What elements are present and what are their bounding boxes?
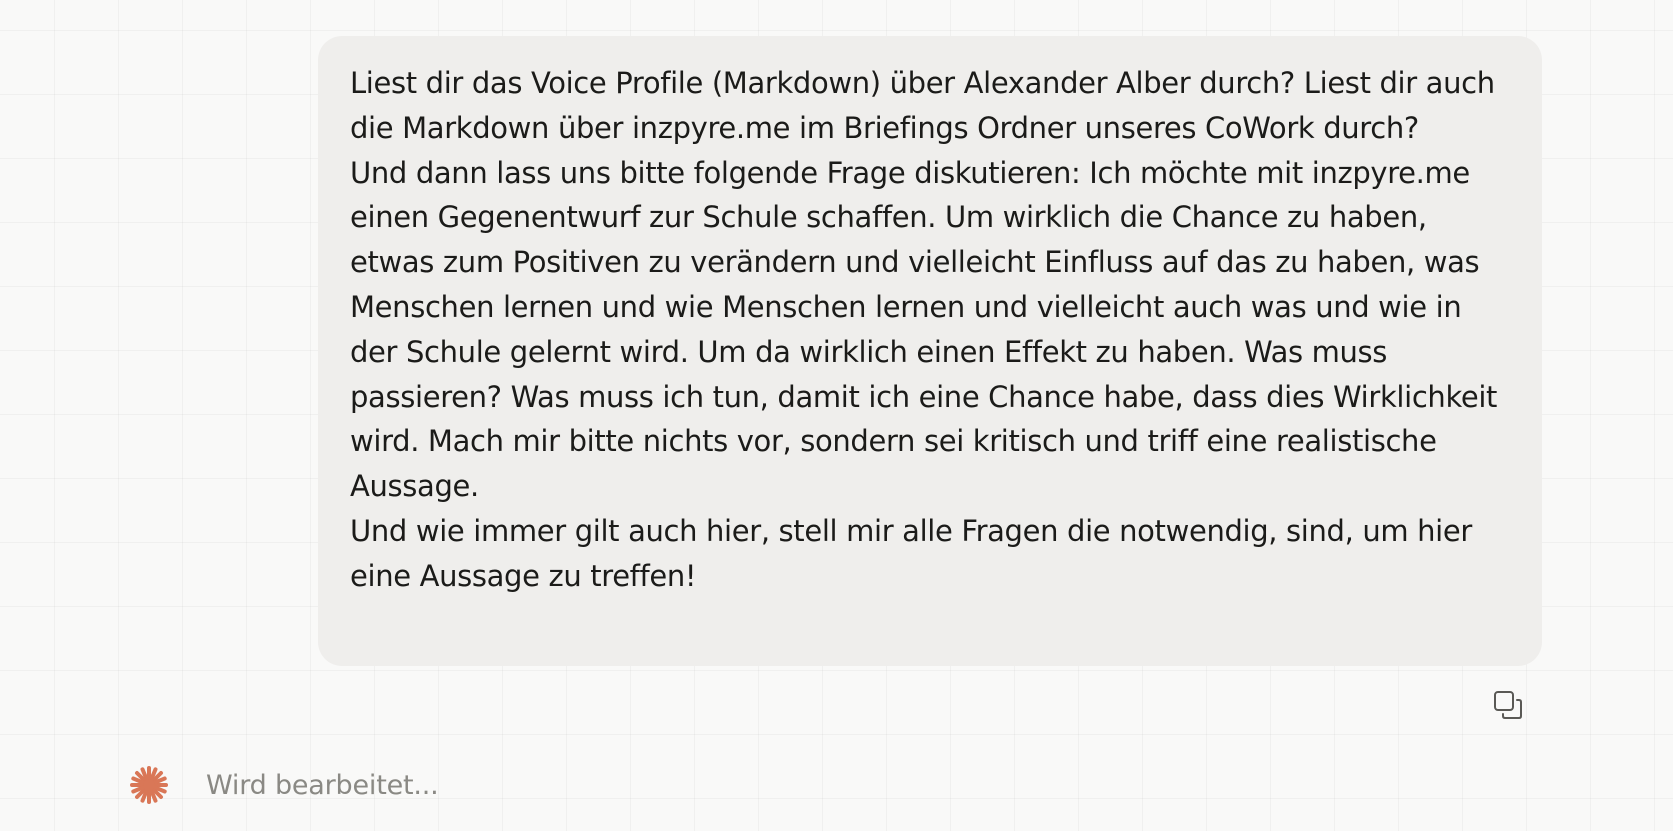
copy-icon xyxy=(1492,689,1524,725)
user-message-bubble: Liest dir das Voice Profile (Markdown) ü… xyxy=(318,36,1542,666)
message-paragraph-2: Und dann lass uns bitte folgende Frage d… xyxy=(350,155,1498,504)
copy-button[interactable] xyxy=(1490,689,1526,725)
processing-status: Wird bearbeitet... xyxy=(128,760,439,810)
status-text: Wird bearbeitet... xyxy=(206,769,439,801)
message-paragraph-3: Und wie immer gilt auch hier, stell mir … xyxy=(350,513,1472,593)
message-paragraph-1: Liest dir das Voice Profile (Markdown) ü… xyxy=(350,66,1495,145)
spark-icon xyxy=(128,764,170,806)
chat-view: Liest dir das Voice Profile (Markdown) ü… xyxy=(0,0,1673,831)
